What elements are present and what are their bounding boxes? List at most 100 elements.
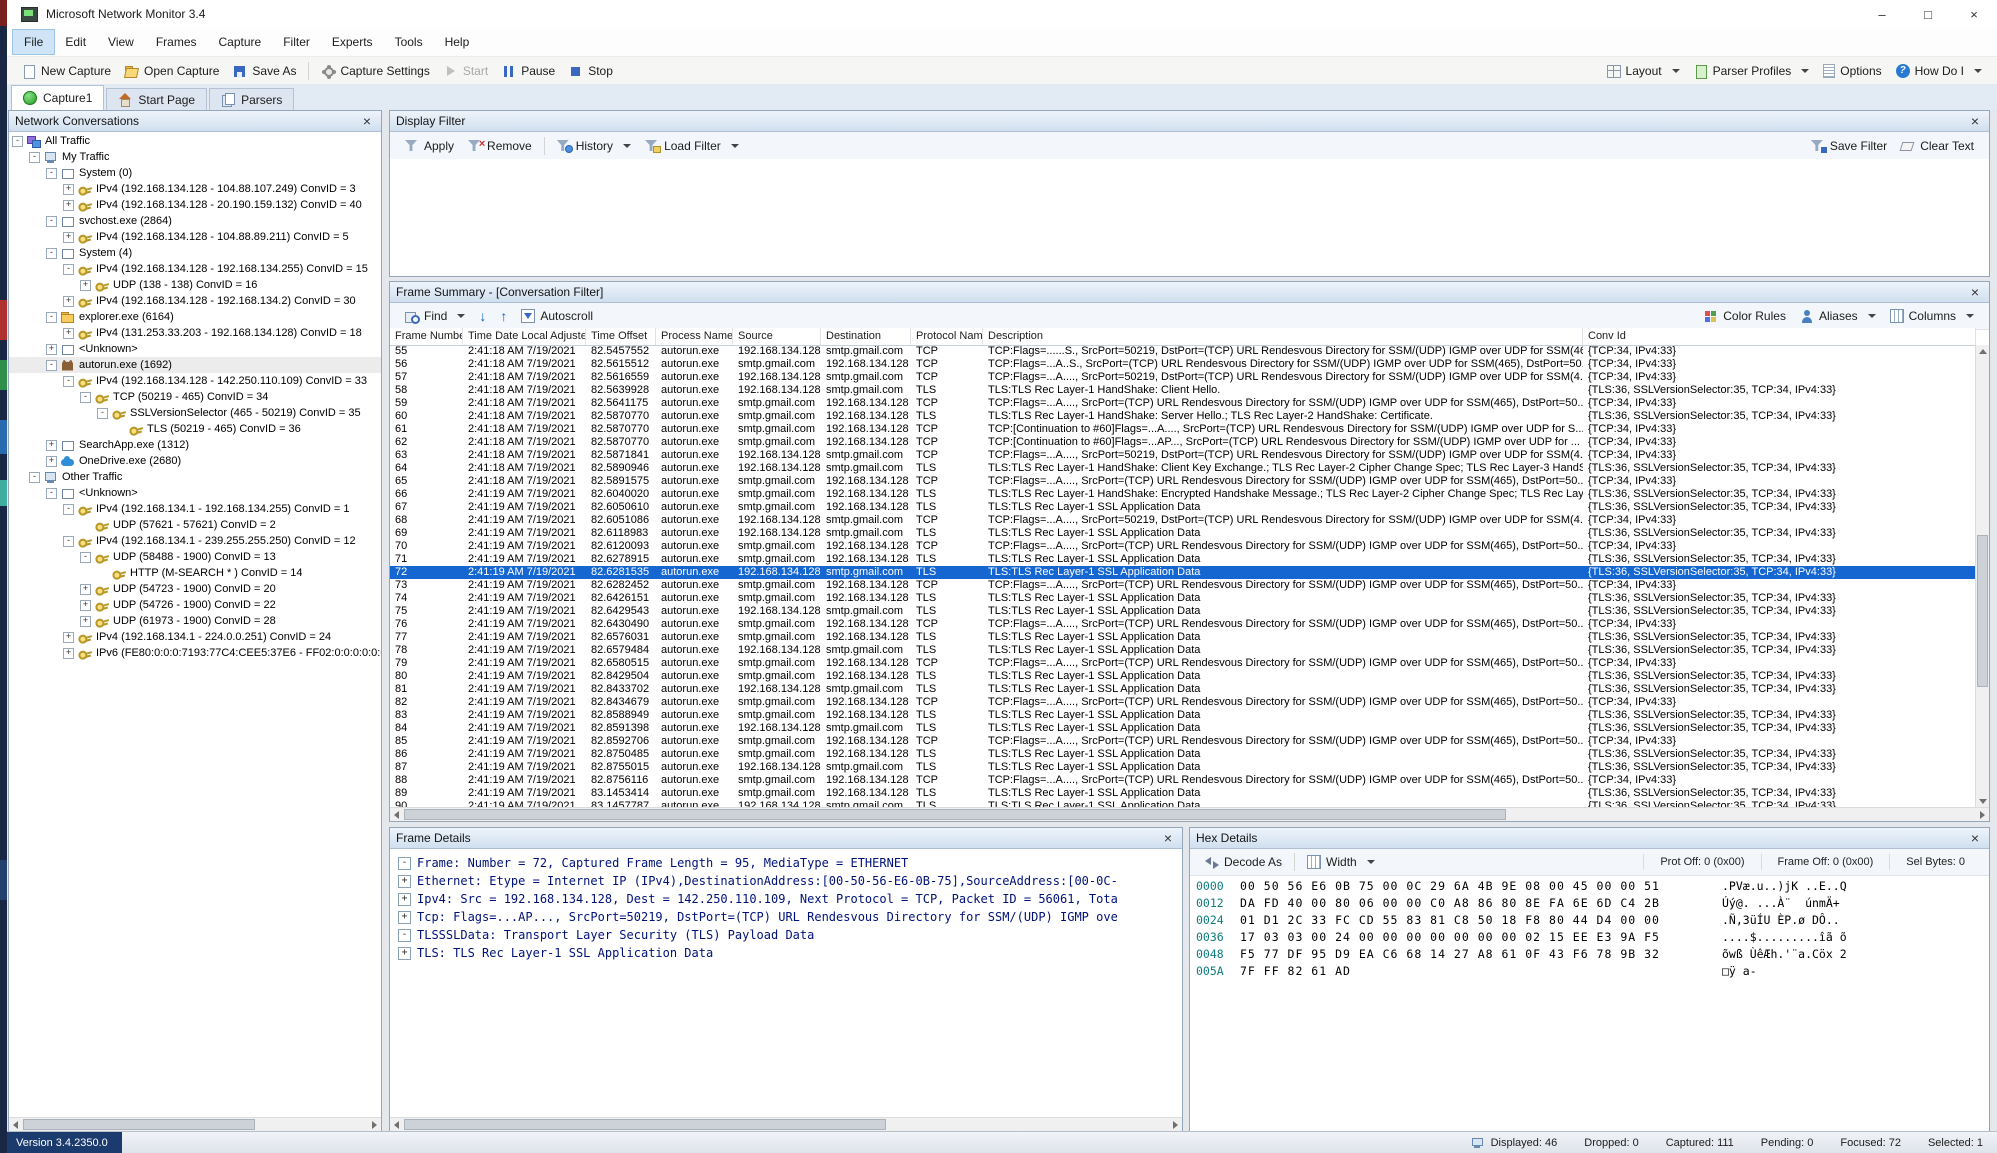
expand-toggle-icon[interactable] — [46, 439, 57, 451]
hex-row[interactable]: 0048 F5 77 DF 95 D9 EA C6 68 14 27 A8 61… — [1196, 946, 1983, 963]
find-previous-button[interactable] — [493, 306, 514, 327]
scroll-left-icon[interactable] — [9, 1118, 22, 1131]
frame-row[interactable]: 59 2:41:18 AM 7/19/2021 82.5641175 autor… — [390, 397, 1976, 410]
pause-button[interactable]: Pause — [495, 61, 562, 81]
column-header[interactable]: Conv Id — [1583, 328, 1976, 345]
load-filter-button[interactable]: Load Filter — [638, 136, 746, 156]
columns-button[interactable]: Columns — [1883, 306, 1981, 326]
save-as-button[interactable]: Save As — [226, 61, 303, 81]
tree-item[interactable]: SearchApp.exe (1312) — [9, 437, 381, 453]
tree-item[interactable]: SSLVersionSelector (465 - 50219) ConvID … — [9, 405, 381, 421]
frame-row[interactable]: 69 2:41:19 AM 7/19/2021 82.6118983 autor… — [390, 527, 1976, 540]
tree-item[interactable]: IPv4 (192.168.134.128 - 192.168.134.255)… — [9, 261, 381, 277]
tree-item[interactable]: UDP (138 - 138) ConvID = 16 — [9, 277, 381, 293]
menu-item[interactable]: File — [11, 29, 56, 55]
hex-row[interactable]: 0000 00 50 56 E6 0B 75 00 0C 29 6A 4B 9E… — [1196, 878, 1983, 895]
column-header[interactable]: Time Date Local Adjusted — [463, 328, 586, 345]
tree-item[interactable]: UDP (54726 - 1900) ConvID = 22 — [9, 597, 381, 613]
remove-filter-button[interactable]: Remove — [461, 136, 539, 156]
menu-item[interactable]: Frames — [145, 30, 208, 54]
tree-item[interactable]: IPv6 (FE80:0:0:0:7193:77C4:CEE5:37E6 - F… — [9, 645, 381, 661]
save-filter-button[interactable]: Save Filter — [1804, 136, 1894, 156]
frame-row[interactable]: 58 2:41:18 AM 7/19/2021 82.5639928 autor… — [390, 384, 1976, 397]
frame-table-hscrollbar[interactable] — [390, 807, 1989, 821]
close-icon[interactable]: × — [1967, 284, 1983, 300]
tree-item[interactable]: System (0) — [9, 165, 381, 181]
frame-row[interactable]: 57 2:41:18 AM 7/19/2021 82.5616559 autor… — [390, 371, 1976, 384]
tree-item[interactable]: IPv4 (192.168.134.128 - 142.250.110.109)… — [9, 373, 381, 389]
expand-toggle-icon[interactable] — [12, 135, 23, 147]
expand-toggle-icon[interactable] — [63, 183, 74, 195]
frame-row[interactable]: 55 2:41:18 AM 7/19/2021 82.5457552 autor… — [390, 345, 1976, 358]
expand-toggle-icon[interactable] — [46, 359, 57, 371]
frame-row[interactable]: 74 2:41:19 AM 7/19/2021 82.6426151 autor… — [390, 592, 1976, 605]
column-header[interactable]: Destination — [821, 328, 911, 345]
expand-toggle-icon[interactable] — [63, 535, 74, 547]
expand-toggle-icon[interactable] — [80, 551, 91, 563]
find-next-button[interactable] — [472, 306, 493, 327]
detail-line[interactable]: - Frame: Number = 72, Captured Frame Len… — [398, 854, 1174, 872]
expand-toggle-icon[interactable] — [46, 247, 57, 259]
frame-row[interactable]: 79 2:41:19 AM 7/19/2021 82.6580515 autor… — [390, 657, 1976, 670]
capture-settings-button[interactable]: Capture Settings — [314, 61, 436, 81]
tree-item[interactable]: IPv4 (192.168.134.128 - 192.168.134.2) C… — [9, 293, 381, 309]
expand-toggle-icon[interactable]: + — [398, 911, 411, 924]
expand-toggle-icon[interactable] — [80, 279, 91, 291]
close-icon[interactable]: × — [1967, 830, 1983, 846]
frame-row[interactable]: 76 2:41:19 AM 7/19/2021 82.6430490 autor… — [390, 618, 1976, 631]
frame-row[interactable]: 65 2:41:18 AM 7/19/2021 82.5891575 autor… — [390, 475, 1976, 488]
frame-row[interactable]: 63 2:41:18 AM 7/19/2021 82.5871841 autor… — [390, 449, 1976, 462]
expand-toggle-icon[interactable] — [29, 471, 40, 483]
menu-item[interactable]: Help — [434, 30, 481, 54]
menu-item[interactable]: Filter — [272, 30, 321, 54]
start-button[interactable]: Start — [437, 61, 495, 81]
clear-text-button[interactable]: Clear Text — [1894, 136, 1981, 156]
scroll-up-icon[interactable] — [1976, 345, 1989, 358]
display-filter-input[interactable] — [390, 159, 1989, 276]
frame-row[interactable]: 86 2:41:19 AM 7/19/2021 82.8750485 autor… — [390, 748, 1976, 761]
frame-row[interactable]: 78 2:41:19 AM 7/19/2021 82.6579484 autor… — [390, 644, 1976, 657]
frame-row[interactable]: 62 2:41:18 AM 7/19/2021 82.5870770 autor… — [390, 436, 1976, 449]
tree-item[interactable]: All Traffic — [9, 133, 381, 149]
tree-item[interactable]: UDP (58488 - 1900) ConvID = 13 — [9, 549, 381, 565]
frame-row[interactable]: 81 2:41:19 AM 7/19/2021 82.8433702 autor… — [390, 683, 1976, 696]
tree-item[interactable]: System (4) — [9, 245, 381, 261]
hex-body[interactable]: 0000 00 50 56 E6 0B 75 00 0C 29 6A 4B 9E… — [1190, 874, 1989, 1131]
frame-row[interactable]: 87 2:41:19 AM 7/19/2021 82.8755015 autor… — [390, 761, 1976, 774]
column-header[interactable]: Protocol Name — [911, 328, 983, 345]
tree-item[interactable]: explorer.exe (6164) — [9, 309, 381, 325]
column-header[interactable]: Time Offset — [586, 328, 656, 345]
expand-toggle-icon[interactable] — [63, 503, 74, 515]
frame-row[interactable]: 75 2:41:19 AM 7/19/2021 82.6429543 autor… — [390, 605, 1976, 618]
expand-toggle-icon[interactable] — [80, 583, 91, 595]
expand-toggle-icon[interactable] — [46, 455, 57, 467]
frame-row[interactable]: 70 2:41:19 AM 7/19/2021 82.6120093 autor… — [390, 540, 1976, 553]
tree-item[interactable]: svchost.exe (2864) — [9, 213, 381, 229]
history-button[interactable]: History — [550, 136, 638, 156]
frame-row[interactable]: 89 2:41:19 AM 7/19/2021 83.1453414 autor… — [390, 787, 1976, 800]
tree-item[interactable]: IPv4 (192.168.134.128 - 20.190.159.132) … — [9, 197, 381, 213]
options-button[interactable]: Options — [1816, 61, 1888, 81]
expand-toggle-icon[interactable] — [46, 311, 57, 323]
tree-item[interactable]: <Unknown> — [9, 485, 381, 501]
tree-item[interactable]: IPv4 (192.168.134.128 - 104.88.89.211) C… — [9, 229, 381, 245]
close-icon[interactable]: × — [1967, 113, 1983, 129]
frame-row[interactable]: 56 2:41:18 AM 7/19/2021 82.5615512 autor… — [390, 358, 1976, 371]
tree-item[interactable]: IPv4 (192.168.134.1 - 192.168.134.255) C… — [9, 501, 381, 517]
tab-start-page[interactable]: Start Page — [106, 88, 208, 110]
aliases-button[interactable]: Aliases — [1793, 306, 1883, 326]
frame-details-hscrollbar[interactable] — [390, 1117, 1182, 1131]
tree-item[interactable]: IPv4 (192.168.134.1 - 239.255.255.250) C… — [9, 533, 381, 549]
frame-row[interactable]: 66 2:41:19 AM 7/19/2021 82.6040020 autor… — [390, 488, 1976, 501]
expand-toggle-icon[interactable] — [63, 375, 74, 387]
frame-row[interactable]: 84 2:41:19 AM 7/19/2021 82.8591398 autor… — [390, 722, 1976, 735]
tree-item[interactable]: My Traffic — [9, 149, 381, 165]
detail-line[interactable]: + Ipv4: Src = 192.168.134.128, Dest = 14… — [398, 890, 1174, 908]
frame-row[interactable]: 82 2:41:19 AM 7/19/2021 82.8434679 autor… — [390, 696, 1976, 709]
scroll-thumb[interactable] — [1977, 535, 1988, 687]
detail-line[interactable]: - TLSSSLData: Transport Layer Security (… — [398, 926, 1174, 944]
frame-row[interactable]: 67 2:41:19 AM 7/19/2021 82.6050610 autor… — [390, 501, 1976, 514]
hex-row[interactable]: 0036 17 03 03 00 24 00 00 00 00 00 00 00… — [1196, 929, 1983, 946]
menu-item[interactable]: Capture — [208, 30, 273, 54]
expand-toggle-icon[interactable] — [63, 647, 74, 659]
